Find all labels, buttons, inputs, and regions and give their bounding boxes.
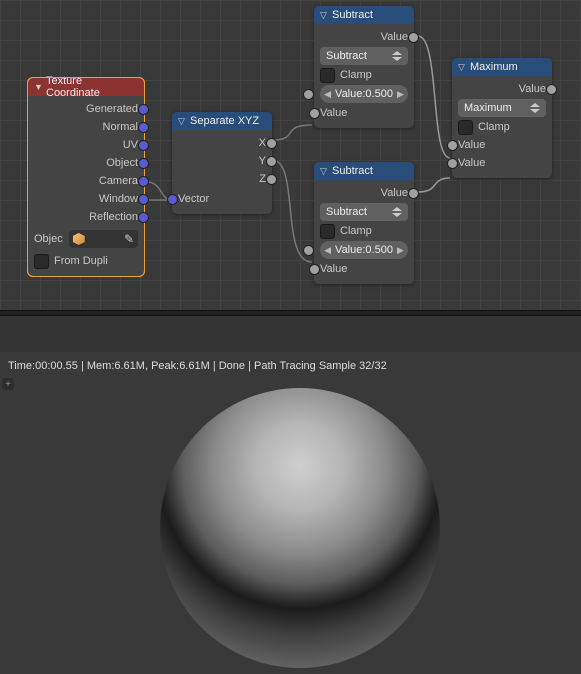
socket-in[interactable] <box>309 108 320 119</box>
collapse-icon[interactable]: ▽ <box>178 116 186 127</box>
node-editor[interactable]: ▼ Texture Coordinate Generated Normal UV… <box>0 0 581 310</box>
socket-out[interactable] <box>138 122 149 133</box>
output-label: Value <box>381 187 408 199</box>
object-field[interactable]: ✎ <box>69 230 138 248</box>
socket-in[interactable] <box>447 158 458 169</box>
output-label: Z <box>259 173 266 185</box>
output-label: Normal <box>103 121 138 133</box>
node-header[interactable]: ▽ Subtract <box>314 162 414 180</box>
increment-icon[interactable]: ▶ <box>397 245 404 256</box>
node-title: Texture Coordinate <box>46 75 138 99</box>
value-number: 0.500 <box>365 244 397 256</box>
from-dupli-checkbox[interactable] <box>34 254 49 269</box>
node-header[interactable]: ▼ Texture Coordinate <box>28 78 144 96</box>
operation-dropdown[interactable]: Subtract <box>320 47 408 65</box>
collapse-icon[interactable]: ▼ <box>34 82 42 92</box>
input-label: Value <box>458 157 485 169</box>
operation-value: Subtract <box>326 206 367 218</box>
output-label: X <box>259 137 266 149</box>
operation-value: Maximum <box>464 102 512 114</box>
socket-in[interactable] <box>447 140 458 151</box>
socket-out[interactable] <box>266 138 277 149</box>
value-field[interactable]: ◀ Value: 0.500 ▶ <box>320 241 408 259</box>
output-label: Window <box>99 193 138 205</box>
node-title: Separate XYZ <box>190 115 259 127</box>
node-maximum[interactable]: ▽ Maximum Value Maximum Clamp Value Valu… <box>452 58 552 178</box>
socket-out[interactable] <box>546 84 557 95</box>
value-label: Value: <box>331 88 365 100</box>
input-label: Value <box>320 263 347 275</box>
node-texture-coordinate[interactable]: ▼ Texture Coordinate Generated Normal UV… <box>28 78 144 276</box>
output-label: Generated <box>86 103 138 115</box>
collapse-icon[interactable]: ▽ <box>320 166 328 177</box>
input-label: Vector <box>178 193 209 205</box>
clamp-checkbox[interactable] <box>320 224 335 239</box>
output-label: Camera <box>99 175 138 187</box>
node-subtract-1[interactable]: ▽ Subtract Value Subtract Clamp ◀ Value:… <box>314 6 414 128</box>
node-subtract-2[interactable]: ▽ Subtract Value Subtract Clamp ◀ Value:… <box>314 162 414 284</box>
node-header[interactable]: ▽ Separate XYZ <box>172 112 272 130</box>
from-dupli-label: From Dupli <box>54 255 108 267</box>
cube-icon <box>73 233 85 245</box>
socket-out[interactable] <box>138 194 149 205</box>
node-header[interactable]: ▽ Maximum <box>452 58 552 76</box>
input-label: Value <box>320 107 347 119</box>
output-label: Y <box>259 155 266 167</box>
collapse-icon[interactable]: ▽ <box>458 62 466 73</box>
increment-icon[interactable]: ▶ <box>397 89 404 100</box>
value-number: 0.500 <box>365 88 397 100</box>
node-title: Maximum <box>470 61 518 73</box>
operation-value: Subtract <box>326 50 367 62</box>
eyedropper-icon[interactable]: ✎ <box>124 232 134 246</box>
output-label: UV <box>123 139 138 151</box>
clamp-checkbox[interactable] <box>458 120 473 135</box>
clamp-label: Clamp <box>340 225 372 237</box>
operation-dropdown[interactable]: Subtract <box>320 203 408 221</box>
output-label: Object <box>106 157 138 169</box>
operation-dropdown[interactable]: Maximum <box>458 99 546 117</box>
socket-out[interactable] <box>138 104 149 115</box>
socket-out[interactable] <box>266 174 277 185</box>
collapse-icon[interactable]: ▽ <box>320 10 328 21</box>
render-preview[interactable]: Time:00:00.55 | Mem:6.61M, Peak:6.61M | … <box>0 352 581 674</box>
socket-out[interactable] <box>138 158 149 169</box>
socket-out[interactable] <box>138 176 149 187</box>
object-label: Objec <box>34 233 63 245</box>
node-title: Subtract <box>332 165 373 177</box>
rendered-sphere <box>160 388 440 668</box>
panel-gap <box>0 316 581 352</box>
output-label: Reflection <box>89 211 138 223</box>
decrement-icon[interactable]: ◀ <box>324 89 331 100</box>
clamp-checkbox[interactable] <box>320 68 335 83</box>
output-label: Value <box>519 83 546 95</box>
socket-out[interactable] <box>408 32 419 43</box>
decrement-icon[interactable]: ◀ <box>324 245 331 256</box>
node-title: Subtract <box>332 9 373 21</box>
socket-out[interactable] <box>408 188 419 199</box>
socket-out[interactable] <box>138 140 149 151</box>
socket-out[interactable] <box>138 212 149 223</box>
clamp-label: Clamp <box>340 69 372 81</box>
socket-in[interactable] <box>303 89 314 100</box>
socket-in[interactable] <box>167 194 178 205</box>
socket-in[interactable] <box>303 245 314 256</box>
value-field[interactable]: ◀ Value: 0.500 ▶ <box>320 85 408 103</box>
node-header[interactable]: ▽ Subtract <box>314 6 414 24</box>
socket-in[interactable] <box>309 264 320 275</box>
plus-handle-icon[interactable]: + <box>2 378 14 390</box>
node-separate-xyz[interactable]: ▽ Separate XYZ X Y Z Vector <box>172 112 272 214</box>
value-label: Value: <box>331 244 365 256</box>
output-label: Value <box>381 31 408 43</box>
status-text: Time:00:00.55 | Mem:6.61M, Peak:6.61M | … <box>8 360 387 372</box>
socket-out[interactable] <box>266 156 277 167</box>
render-result <box>160 388 440 668</box>
input-label: Value <box>458 139 485 151</box>
clamp-label: Clamp <box>478 121 510 133</box>
